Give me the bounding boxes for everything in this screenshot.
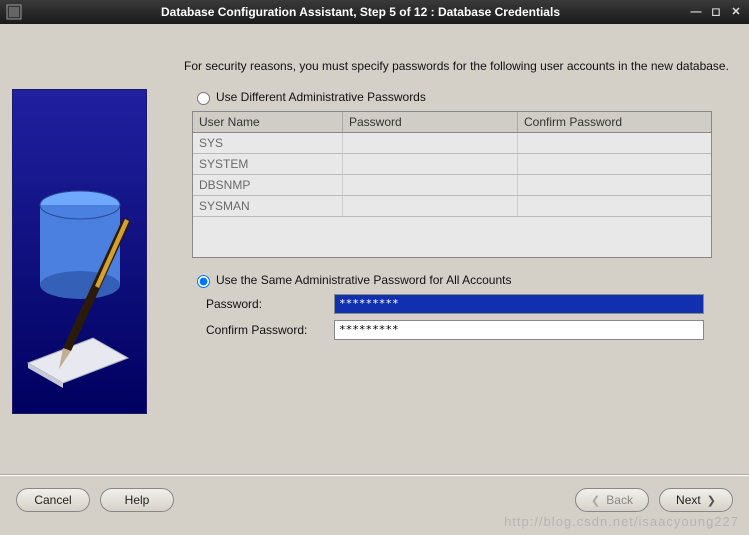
cell-confirm[interactable] (518, 133, 711, 153)
table-row: SYS (193, 133, 711, 154)
next-button-label: Next (676, 493, 701, 507)
table-body: SYS SYSTEM DBSNMP SYSMAN (193, 133, 711, 257)
app-icon (6, 4, 22, 20)
cell-confirm[interactable] (518, 154, 711, 174)
cell-confirm[interactable] (518, 175, 711, 195)
table-row: SYSTEM (193, 154, 711, 175)
radio-different-passwords-label: Use Different Administrative Passwords (216, 90, 426, 104)
help-button-label: Help (125, 493, 150, 507)
chevron-left-icon: ❮ (591, 494, 600, 507)
table-filler (193, 217, 711, 257)
next-button[interactable]: Next ❯ (659, 488, 733, 512)
cell-password[interactable] (343, 154, 518, 174)
cell-password[interactable] (343, 175, 518, 195)
password-input[interactable] (334, 294, 704, 314)
back-button-label: Back (606, 493, 633, 507)
close-icon[interactable]: ✕ (729, 5, 743, 19)
cell-confirm[interactable] (518, 196, 711, 216)
password-row: Password: (206, 294, 733, 314)
cell-user: SYS (193, 133, 343, 153)
cancel-button[interactable]: Cancel (16, 488, 90, 512)
confirm-password-input[interactable] (334, 320, 704, 340)
wizard-illustration (12, 89, 147, 414)
cell-user: SYSMAN (193, 196, 343, 216)
table-row: DBSNMP (193, 175, 711, 196)
minimize-icon[interactable]: — (689, 5, 703, 19)
maximize-icon[interactable]: ◻ (709, 5, 723, 19)
pen-icon (53, 213, 143, 373)
cancel-button-label: Cancel (34, 493, 71, 507)
col-header-confirm: Confirm Password (518, 112, 711, 132)
radio-different-passwords-input[interactable] (197, 92, 210, 105)
table-header: User Name Password Confirm Password (193, 112, 711, 133)
accounts-table: User Name Password Confirm Password SYS … (192, 111, 712, 258)
footer: Cancel Help ❮ Back Next ❯ (0, 474, 749, 524)
radio-same-password[interactable]: Use the Same Administrative Password for… (192, 272, 733, 288)
radio-same-password-label: Use the Same Administrative Password for… (216, 273, 511, 287)
help-button[interactable]: Help (100, 488, 174, 512)
confirm-password-row: Confirm Password: (206, 320, 733, 340)
password-label: Password: (206, 297, 334, 311)
main-content: For security reasons, you must specify p… (0, 24, 749, 474)
radio-different-passwords[interactable]: Use Different Administrative Passwords (192, 89, 733, 105)
back-button[interactable]: ❮ Back (575, 488, 649, 512)
cell-password[interactable] (343, 133, 518, 153)
cell-password[interactable] (343, 196, 518, 216)
window-title: Database Configuration Assistant, Step 5… (32, 5, 689, 19)
col-header-user: User Name (193, 112, 343, 132)
content-panel: For security reasons, you must specify p… (172, 34, 737, 474)
window-controls: — ◻ ✕ (689, 5, 743, 19)
col-header-password: Password (343, 112, 518, 132)
chevron-right-icon: ❯ (707, 494, 716, 507)
cell-user: SYSTEM (193, 154, 343, 174)
intro-text: For security reasons, you must specify p… (184, 58, 733, 75)
titlebar: Database Configuration Assistant, Step 5… (0, 0, 749, 24)
cell-user: DBSNMP (193, 175, 343, 195)
confirm-password-label: Confirm Password: (206, 323, 334, 337)
radio-same-password-input[interactable] (197, 275, 210, 288)
table-row: SYSMAN (193, 196, 711, 217)
left-panel (12, 34, 172, 474)
